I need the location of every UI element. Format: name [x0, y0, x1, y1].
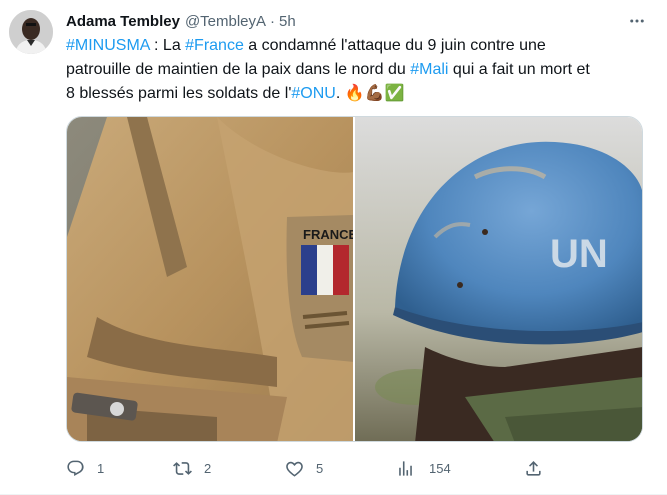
- tweet-text-line: patrouille de maintien de la paix dans l…: [66, 58, 651, 82]
- reply-button[interactable]: 1: [66, 452, 104, 484]
- france-patch: FRANCE: [286, 215, 353, 362]
- photo-un-helmet[interactable]: UN: [355, 117, 642, 441]
- like-count: 5: [316, 460, 324, 476]
- helmet-label: UN: [550, 232, 608, 276]
- tweet-card[interactable]: Adama Tembley @TembleyA · 5h #MINUSMA : …: [0, 0, 667, 495]
- avatar-image: [9, 10, 53, 54]
- timestamp[interactable]: 5h: [279, 13, 296, 30]
- tweet-text-segment: 8 blessés parmi les soldats de l': [66, 85, 292, 102]
- reply-count: 1: [97, 460, 105, 476]
- tweet-header: Adama Tembley @TembleyA · 5h: [66, 10, 296, 32]
- retweet-button[interactable]: 2: [173, 452, 211, 484]
- author-name[interactable]: Adama Tembley: [66, 13, 180, 30]
- reply-icon: [67, 460, 84, 476]
- like-button[interactable]: 5: [285, 452, 323, 484]
- tweet-text-segment: patrouille de maintien de la paix dans l…: [66, 61, 411, 78]
- hashtag-link[interactable]: #MINUSMA: [66, 37, 150, 54]
- retweet-count: 2: [204, 460, 212, 476]
- author-handle[interactable]: @TembleyA: [185, 13, 266, 30]
- views-chart-icon: [399, 460, 412, 476]
- media-grid: FRANCE UN: [66, 116, 643, 442]
- heart-icon: [286, 461, 303, 477]
- tweet-text: #MINUSMA : La #France a condamné l'attaq…: [66, 34, 651, 106]
- tweet-text-segment: : La: [149, 37, 186, 54]
- share-icon: [526, 460, 541, 476]
- hashtag-link[interactable]: #ONU: [291, 85, 335, 102]
- retweet-icon: [173, 461, 192, 475]
- tweet-text-line: 8 blessés parmi les soldats de l'#ONU. 🔥…: [66, 82, 651, 106]
- hashtag-link[interactable]: #France: [185, 37, 244, 54]
- tweet-text-segment: . 🔥💪🏾✅: [335, 85, 405, 102]
- views-count: 154: [429, 460, 451, 476]
- avatar[interactable]: [9, 10, 53, 54]
- separator-dot: ·: [270, 12, 276, 30]
- more-options-button[interactable]: [623, 10, 651, 32]
- tweet-text-segment: a condamné l'attaque du 9 juin contre un…: [243, 37, 546, 54]
- tweet-text-segment: qui a fait un mort et: [448, 61, 590, 78]
- more-horizontal-icon: [630, 19, 644, 23]
- patch-label: FRANCE: [303, 227, 353, 242]
- views-button[interactable]: 154: [396, 452, 451, 484]
- tweet-actions: 1 2 5 154: [66, 452, 651, 484]
- share-button[interactable]: [524, 452, 543, 484]
- hashtag-link[interactable]: #Mali: [410, 61, 448, 78]
- photo-french-soldier[interactable]: FRANCE: [67, 117, 353, 441]
- tweet-text-line: #MINUSMA : La #France a condamné l'attaq…: [66, 34, 651, 58]
